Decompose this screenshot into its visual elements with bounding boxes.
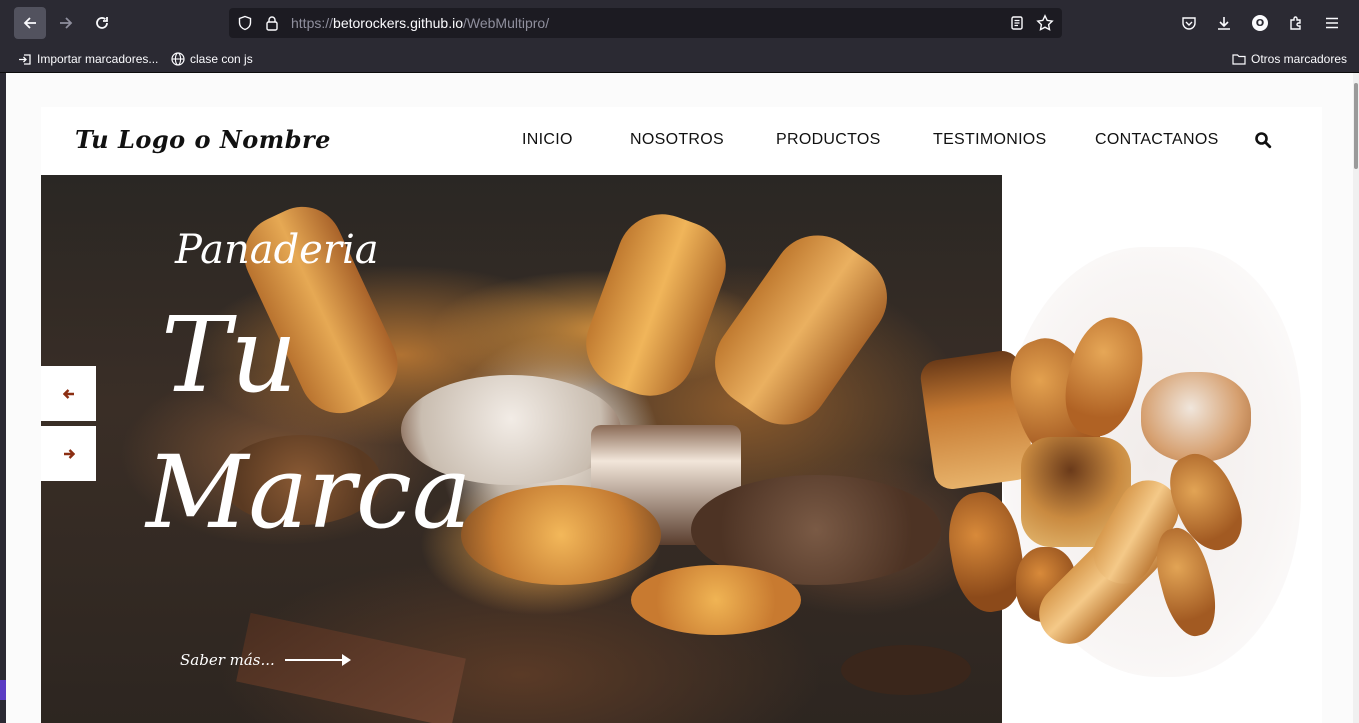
- hero-subtitle: Panaderia: [175, 227, 379, 273]
- slider-next-button[interactable]: [41, 426, 96, 481]
- extensions-button[interactable]: [1280, 7, 1312, 39]
- bread-illustration: [918, 207, 1322, 723]
- arrow-left-icon: [23, 17, 36, 29]
- hero-slide: Panaderia Tu Marca Saber más...: [41, 175, 1002, 723]
- hero-title-line1: Tu: [161, 294, 298, 416]
- url-host: betorockers.github.io: [333, 15, 463, 31]
- search-button[interactable]: [1254, 131, 1274, 151]
- bookmark-star-icon[interactable]: [1036, 14, 1054, 32]
- forward-button[interactable]: [50, 7, 82, 39]
- scrollbar-thumb[interactable]: [1354, 83, 1358, 169]
- arrow-right-icon: [284, 654, 351, 666]
- shield-icon[interactable]: [236, 14, 254, 32]
- download-icon: [1218, 17, 1230, 30]
- browser-toolbar: https://betorockers.github.io/WebMultipr…: [0, 0, 1359, 46]
- puzzle-icon: [1290, 16, 1301, 30]
- url-path: /WebMultipro/: [463, 15, 550, 31]
- bookmarks-bar: Importar marcadores... clase con js Otro…: [0, 46, 1359, 73]
- nav-testimonios[interactable]: TESTIMONIOS: [933, 131, 1047, 149]
- account-button[interactable]: O: [1244, 7, 1276, 39]
- slider-prev-button[interactable]: [41, 366, 96, 421]
- search-icon: [1255, 132, 1272, 149]
- bookmark-label: clase con js: [190, 52, 253, 66]
- reader-view-icon[interactable]: [1008, 14, 1026, 32]
- bookmark-clase-con-js[interactable]: clase con js: [171, 46, 253, 72]
- site-logo[interactable]: Tu Logo o Nombre: [75, 125, 331, 154]
- other-bookmarks-label: Otros marcadores: [1251, 52, 1348, 66]
- bookmark-label: Importar marcadores...: [37, 52, 159, 66]
- reload-button[interactable]: [86, 7, 118, 39]
- avatar-initial: O: [1255, 17, 1265, 29]
- site-container: Tu Logo o Nombre INICIO NOSOTROS PRODUCT…: [41, 107, 1322, 723]
- pocket-icon: [1182, 17, 1196, 30]
- page-viewport: Tu Logo o Nombre INICIO NOSOTROS PRODUCT…: [6, 73, 1353, 723]
- saber-mas-label: Saber más...: [180, 651, 275, 669]
- import-icon: [19, 54, 31, 65]
- downloads-button[interactable]: [1208, 7, 1240, 39]
- nav-inicio[interactable]: INICIO: [522, 131, 573, 149]
- arrow-right-icon: [63, 448, 75, 459]
- page-scrollbar[interactable]: [1353, 73, 1359, 723]
- arrow-right-icon: [60, 17, 73, 29]
- back-button[interactable]: [14, 7, 46, 39]
- nav-nosotros[interactable]: NOSOTROS: [630, 131, 724, 149]
- globe-icon: [171, 52, 185, 66]
- site-navbar: Tu Logo o Nombre INICIO NOSOTROS PRODUCT…: [41, 107, 1322, 175]
- lock-icon[interactable]: [263, 14, 281, 32]
- url-text[interactable]: https://betorockers.github.io/WebMultipr…: [291, 8, 549, 38]
- url-prefix: https://: [291, 15, 334, 31]
- avatar: O: [1252, 15, 1268, 31]
- menu-button[interactable]: [1316, 7, 1348, 39]
- hamburger-icon: [1326, 17, 1338, 29]
- hero-title-line2: Marca: [146, 434, 472, 551]
- saber-mas-link[interactable]: Saber más...: [180, 651, 351, 669]
- url-bar[interactable]: https://betorockers.github.io/WebMultipr…: [229, 8, 1062, 38]
- nav-productos[interactable]: PRODUCTOS: [776, 131, 881, 149]
- reload-icon: [96, 17, 108, 29]
- folder-icon: [1232, 54, 1246, 65]
- nav-contactanos[interactable]: CONTACTANOS: [1095, 131, 1219, 149]
- other-bookmarks[interactable]: Otros marcadores: [1232, 46, 1347, 72]
- arrow-left-icon: [62, 388, 74, 399]
- pocket-button[interactable]: [1173, 7, 1205, 39]
- bookmark-import[interactable]: Importar marcadores...: [18, 46, 158, 72]
